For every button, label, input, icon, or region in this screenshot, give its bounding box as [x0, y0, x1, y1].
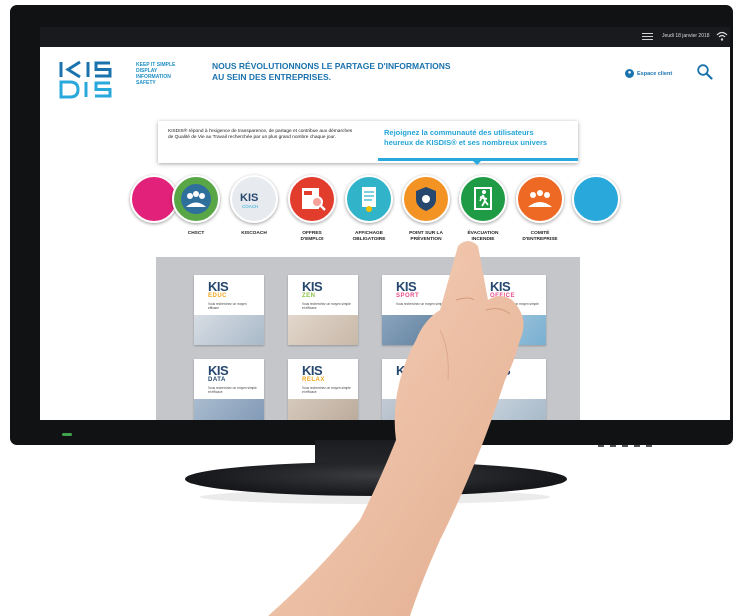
- card-photo: [288, 315, 358, 345]
- product-card-kisdata[interactable]: KIS DATA Vous recherchez un moyen simple…: [194, 359, 264, 420]
- card-brand: KIS: [208, 279, 229, 294]
- card-brand: KIS: [490, 279, 511, 294]
- cta-line2: heureux de KISDIS® et ses nombreux unive…: [384, 138, 548, 147]
- status-bar: Jeudi 18 janvier 2018: [40, 27, 730, 47]
- card-photo: [476, 399, 546, 420]
- tagline-line: SAFETY: [136, 80, 156, 86]
- card-subtitle: SPORT: [396, 293, 420, 299]
- menu-icon[interactable]: [642, 33, 653, 41]
- category-label: POINT SUR LA PRÉVENTION: [409, 231, 443, 242]
- join-community-link[interactable]: Rejoignez la communauté des utilisateurs…: [384, 128, 574, 148]
- kisdis-logo[interactable]: [58, 60, 130, 100]
- card-photo: [382, 315, 452, 345]
- headline-line2: AU SEIN DES ENTREPRISES.: [212, 72, 332, 82]
- card-text: Vous recherchez un moyen simple: [396, 302, 445, 306]
- monitor-frame: Jeudi 18 janvier 2018 KEEP IT SIMPLE DIS…: [10, 5, 733, 445]
- card-text: Vous recherchez un moyen simple et effic…: [302, 386, 351, 394]
- category-evacuation-incendie[interactable]: ÉVACUATION INCENDIE: [453, 175, 513, 242]
- category-carousel: CHSCT KIS COACH KISCOACH OFFRES D'EMPLOI…: [40, 175, 730, 255]
- card-photo: [476, 315, 546, 345]
- logo-tagline: KEEP IT SIMPLE DISPLAY INFORMATION SAFET…: [136, 62, 175, 86]
- wifi-icon: [716, 31, 728, 41]
- product-card-kiseduc[interactable]: KIS EDUC Vous recherchez un moyen effica…: [194, 275, 264, 345]
- espace-client-button[interactable]: ● Espace client: [625, 69, 672, 78]
- svg-text:COACH: COACH: [242, 204, 258, 209]
- espace-client-label: Espace client: [637, 70, 673, 77]
- category-label: OFFRES D'EMPLOI: [300, 231, 324, 242]
- card-brand: KIS: [302, 363, 323, 378]
- card-brand: KIS: [302, 279, 323, 294]
- group-meeting-icon: [172, 175, 220, 223]
- monitor-stand-base: [185, 462, 567, 496]
- category-offres-emploi[interactable]: OFFRES D'EMPLOI: [282, 175, 342, 242]
- product-card-kissport[interactable]: KIS SPORT Vous recherchez un moyen simpl…: [382, 275, 452, 345]
- card-subtitle: OFFICE: [490, 293, 515, 299]
- category-label: ÉVACUATION INCENDIE: [467, 231, 499, 242]
- category-label: AFFICHAGE OBLIGATOIRE: [352, 231, 386, 242]
- category-kiscoach[interactable]: KIS COACH KISCOACH: [224, 175, 284, 237]
- headline-line1: NOUS RÉVOLUTIONNONS LE PARTAGE D'INFORMA…: [212, 61, 451, 71]
- product-card-kis[interactable]: KIS: [382, 359, 452, 420]
- monitor-buttons: [598, 434, 658, 452]
- product-grid: KIS EDUC Vous recherchez un moyen effica…: [156, 257, 580, 420]
- user-icon: ●: [625, 69, 634, 78]
- job-offer-icon: [288, 175, 336, 223]
- search-icon[interactable]: [696, 63, 714, 81]
- card-photo: [194, 399, 264, 420]
- product-card-kisrelax[interactable]: KIS RELAX Vous recherchez un moyen simpl…: [288, 359, 358, 420]
- power-led: [62, 433, 72, 436]
- card-photo: [194, 315, 264, 345]
- shield-icon: [402, 175, 450, 223]
- card-photo: [288, 399, 358, 420]
- card-brand: KIS: [208, 363, 229, 378]
- category-comite-entreprise[interactable]: COMITÉ D'ENTREPRISE: [510, 175, 570, 242]
- category-point-prevention[interactable]: POINT SUR LA PRÉVENTION: [396, 175, 456, 242]
- category-label: KISCOACH: [241, 231, 267, 236]
- card-brand: KIS: [396, 279, 417, 294]
- card-photo: [382, 399, 452, 420]
- product-card-kis[interactable]: KIS: [476, 359, 546, 420]
- team-icon: [516, 175, 564, 223]
- screen: Jeudi 18 janvier 2018 KEEP IT SIMPLE DIS…: [40, 27, 730, 420]
- product-card-kiszen[interactable]: KIS ZEN Vous recherchez un moyen simple …: [288, 275, 358, 345]
- card-brand: KIS: [396, 363, 417, 378]
- svg-text:KIS: KIS: [240, 192, 258, 204]
- category-label: CHSCT: [187, 231, 205, 236]
- card-brand: KIS: [490, 363, 511, 378]
- card-text: Vous recherchez un moyen simple et effic…: [490, 302, 539, 310]
- intro-box: KISDIS® répond à l'exigence de transpare…: [158, 121, 578, 165]
- category-blue-icon: [572, 175, 620, 223]
- category-partial-right[interactable]: [566, 175, 626, 231]
- cta-line1: Rejoignez la communauté des utilisateurs: [384, 128, 534, 137]
- status-date: Jeudi 18 janvier 2018: [662, 33, 710, 39]
- card-subtitle: DATA: [208, 377, 226, 383]
- card-text: Vous recherchez un moyen simple et effic…: [208, 386, 257, 394]
- card-subtitle: ZEN: [302, 293, 316, 299]
- kiscoach-icon: KIS COACH: [230, 175, 278, 223]
- card-text: Vous recherchez un moyen efficace: [208, 302, 247, 310]
- document-icon: [345, 175, 393, 223]
- page-headline: NOUS RÉVOLUTIONNONS LE PARTAGE D'INFORMA…: [212, 61, 542, 83]
- category-affichage-obligatoire[interactable]: AFFICHAGE OBLIGATOIRE: [339, 175, 399, 242]
- cta-pointer: [472, 160, 482, 165]
- intro-description: KISDIS® répond à l'exigence de transpare…: [168, 129, 353, 141]
- category-label: COMITÉ D'ENTREPRISE: [522, 231, 558, 242]
- card-text: Vous recherchez un moyen simple et effic…: [302, 302, 351, 310]
- emergency-exit-icon: [459, 175, 507, 223]
- card-subtitle: EDUC: [208, 293, 228, 299]
- product-card-kisoffice[interactable]: KIS OFFICE Vous recherchez un moyen simp…: [476, 275, 546, 345]
- card-subtitle: RELAX: [302, 377, 325, 383]
- category-chsct[interactable]: CHSCT: [166, 175, 226, 237]
